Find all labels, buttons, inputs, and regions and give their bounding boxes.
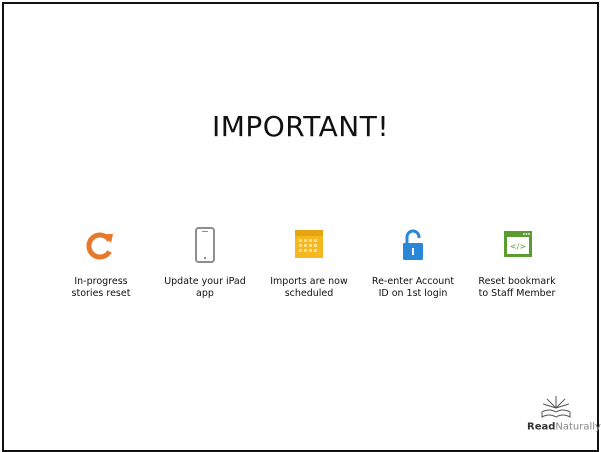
item-caption: Reset bookmark to Staff Member — [478, 276, 556, 299]
item-caption: Re-enter Account ID on 1st login — [371, 276, 455, 299]
logo-wordmark: ReadNaturally® — [527, 420, 601, 432]
item-reset-bookmark: </> Reset bookmark to Staff Member — [465, 226, 569, 299]
tablet-icon — [195, 227, 215, 263]
open-book-icon — [541, 396, 571, 418]
calendar-icon — [295, 230, 323, 258]
item-caption: Imports are now scheduled — [270, 276, 348, 299]
refresh-icon — [86, 232, 113, 260]
item-row: In-progress stories reset Update your iP… — [49, 226, 569, 336]
read-naturally-logo: ReadNaturally® — [527, 394, 601, 432]
slide-title: IMPORTANT! — [211, 110, 390, 143]
item-in-progress-stories: In-progress stories reset — [49, 226, 153, 299]
item-imports-scheduled: Imports are now scheduled — [257, 226, 361, 299]
item-caption: Update your iPad app — [164, 276, 246, 299]
item-caption: In-progress stories reset — [71, 276, 131, 299]
svg-text:</>: </> — [510, 242, 526, 251]
item-update-ipad-app: Update your iPad app — [153, 226, 257, 299]
unlocked-padlock-icon — [403, 229, 423, 260]
browser-code-icon: </> — [504, 231, 532, 257]
slide: IMPORTANT! In-progress stories reset Upd… — [2, 2, 601, 452]
item-reenter-account-id: Re-enter Account ID on 1st login — [361, 226, 465, 299]
